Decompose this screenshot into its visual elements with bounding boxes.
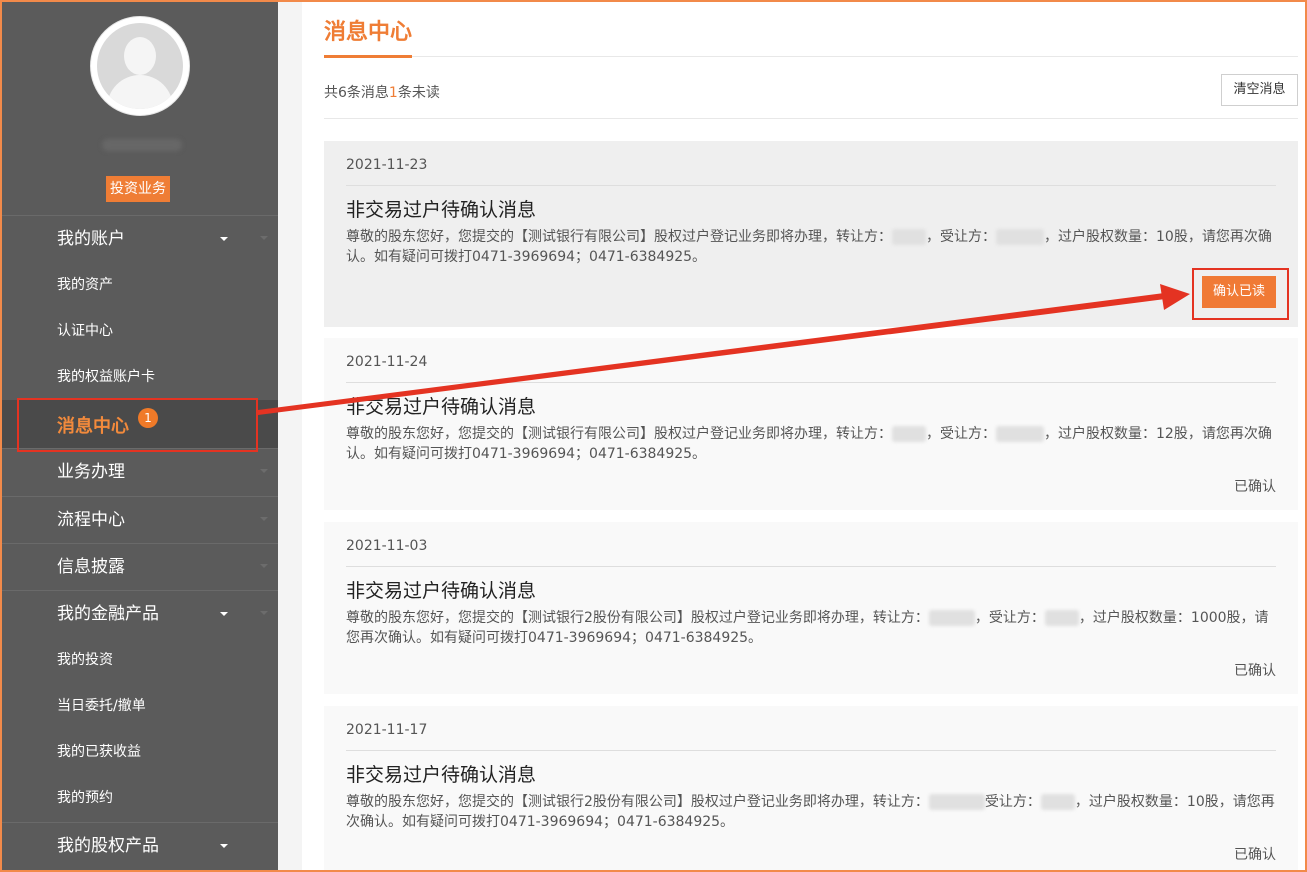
chevron-down-icon xyxy=(260,236,268,240)
user-silhouette-icon xyxy=(97,23,183,109)
message-card: 2021-11-23 非交易过户待确认消息 尊敬的股东您好，您提交的【测试银行有… xyxy=(324,141,1298,327)
redacted-transferee xyxy=(996,426,1044,442)
annotation-box-sidebar xyxy=(17,398,258,452)
sidebar-item-financial-products[interactable]: 我的金融产品 xyxy=(2,590,278,636)
message-title: 非交易过户待确认消息 xyxy=(346,764,537,786)
divider xyxy=(324,118,1298,119)
caret-down-icon xyxy=(220,612,228,616)
confirmed-status: 已确认 xyxy=(1234,479,1276,495)
message-title: 非交易过户待确认消息 xyxy=(346,580,537,602)
redacted-transferee xyxy=(1044,610,1079,626)
confirmed-status: 已确认 xyxy=(1234,663,1276,679)
message-date: 2021-11-23 xyxy=(346,157,428,173)
sidebar-subitem-investments[interactable]: 我的投资 xyxy=(57,649,113,669)
message-summary: 共6条消息1条未读 xyxy=(324,85,440,101)
message-title: 非交易过户待确认消息 xyxy=(346,199,537,221)
message-date: 2021-11-17 xyxy=(346,722,428,738)
unread-count: 1 xyxy=(388,85,398,101)
divider xyxy=(346,566,1276,567)
chevron-down-icon xyxy=(260,469,268,473)
caret-down-icon xyxy=(220,844,228,848)
divider xyxy=(346,382,1276,383)
message-title: 非交易过户待确认消息 xyxy=(346,396,537,418)
message-date: 2021-11-24 xyxy=(346,354,428,370)
divider xyxy=(412,56,1298,57)
sidebar-subitem-auth-center[interactable]: 认证中心 xyxy=(57,320,113,340)
message-body: 尊敬的股东您好，您提交的【测试银行有限公司】股权过户登记业务即将办理，转让方：，… xyxy=(346,426,1272,462)
sidebar-item-label: 我的账户 xyxy=(57,229,125,249)
sidebar-item-process[interactable]: 流程中心 xyxy=(2,496,278,542)
sidebar-item-business[interactable]: 业务办理 xyxy=(2,448,278,494)
sidebar-subitem-assets[interactable]: 我的资产 xyxy=(57,274,113,294)
avatar[interactable] xyxy=(90,16,190,116)
sidebar-item-label: 流程中心 xyxy=(57,510,125,530)
message-date: 2021-11-03 xyxy=(346,538,428,554)
sidebar-subitem-orders[interactable]: 当日委托/撤单 xyxy=(57,695,146,715)
page-title: 消息中心 xyxy=(324,20,413,45)
message-card: 2021-11-24 非交易过户待确认消息 尊敬的股东您好，您提交的【测试银行有… xyxy=(324,338,1298,510)
title-underline xyxy=(324,55,412,58)
redacted-transferor xyxy=(928,794,985,810)
message-body: 尊敬的股东您好，您提交的【测试银行2股份有限公司】股权过户登记业务即将办理，转让… xyxy=(346,610,1269,646)
sidebar-subitem-earnings[interactable]: 我的已获收益 xyxy=(57,741,141,761)
sidebar-item-equity-products[interactable]: 我的股权产品 xyxy=(2,822,278,868)
sidebar-item-label: 我的金融产品 xyxy=(57,604,159,624)
sidebar-item-label: 我的股权产品 xyxy=(57,836,159,856)
gutter xyxy=(278,2,302,870)
role-badge: 投资业务 xyxy=(106,176,170,202)
sidebar-item-disclosure[interactable]: 信息披露 xyxy=(2,543,278,589)
confirmed-status: 已确认 xyxy=(1234,847,1276,863)
sidebar-item-label: 业务办理 xyxy=(57,462,125,482)
redacted-transferor xyxy=(928,610,975,626)
chevron-down-icon xyxy=(260,564,268,568)
sidebar-subitem-equity-card[interactable]: 我的权益账户卡 xyxy=(57,366,155,386)
sidebar-subitem-reservations[interactable]: 我的预约 xyxy=(57,787,113,807)
redacted-transferor xyxy=(892,426,926,442)
redacted-transferee xyxy=(1040,794,1075,810)
redacted-transferee xyxy=(996,229,1044,245)
divider xyxy=(346,750,1276,751)
sidebar-item-label: 信息披露 xyxy=(57,557,125,577)
message-card: 2021-11-03 非交易过户待确认消息 尊敬的股东您好，您提交的【测试银行2… xyxy=(324,522,1298,694)
divider xyxy=(346,185,1276,186)
clear-messages-button[interactable]: 清空消息 xyxy=(1221,74,1298,106)
redacted-transferor xyxy=(892,229,926,245)
sidebar-item-my-account[interactable]: 我的账户 xyxy=(2,215,278,261)
message-card: 2021-11-17 非交易过户待确认消息 尊敬的股东您好，您提交的【测试银行2… xyxy=(324,706,1298,872)
message-body: 尊敬的股东您好，您提交的【测试银行2股份有限公司】股权过户登记业务即将办理，转让… xyxy=(346,794,1275,830)
username-blurred xyxy=(102,139,182,151)
message-body: 尊敬的股东您好，您提交的【测试银行有限公司】股权过户登记业务即将办理，转让方：，… xyxy=(346,229,1272,265)
chevron-down-icon xyxy=(260,611,268,615)
caret-down-icon xyxy=(220,237,228,241)
annotation-box-confirm xyxy=(1192,268,1289,320)
chevron-down-icon xyxy=(260,517,268,521)
